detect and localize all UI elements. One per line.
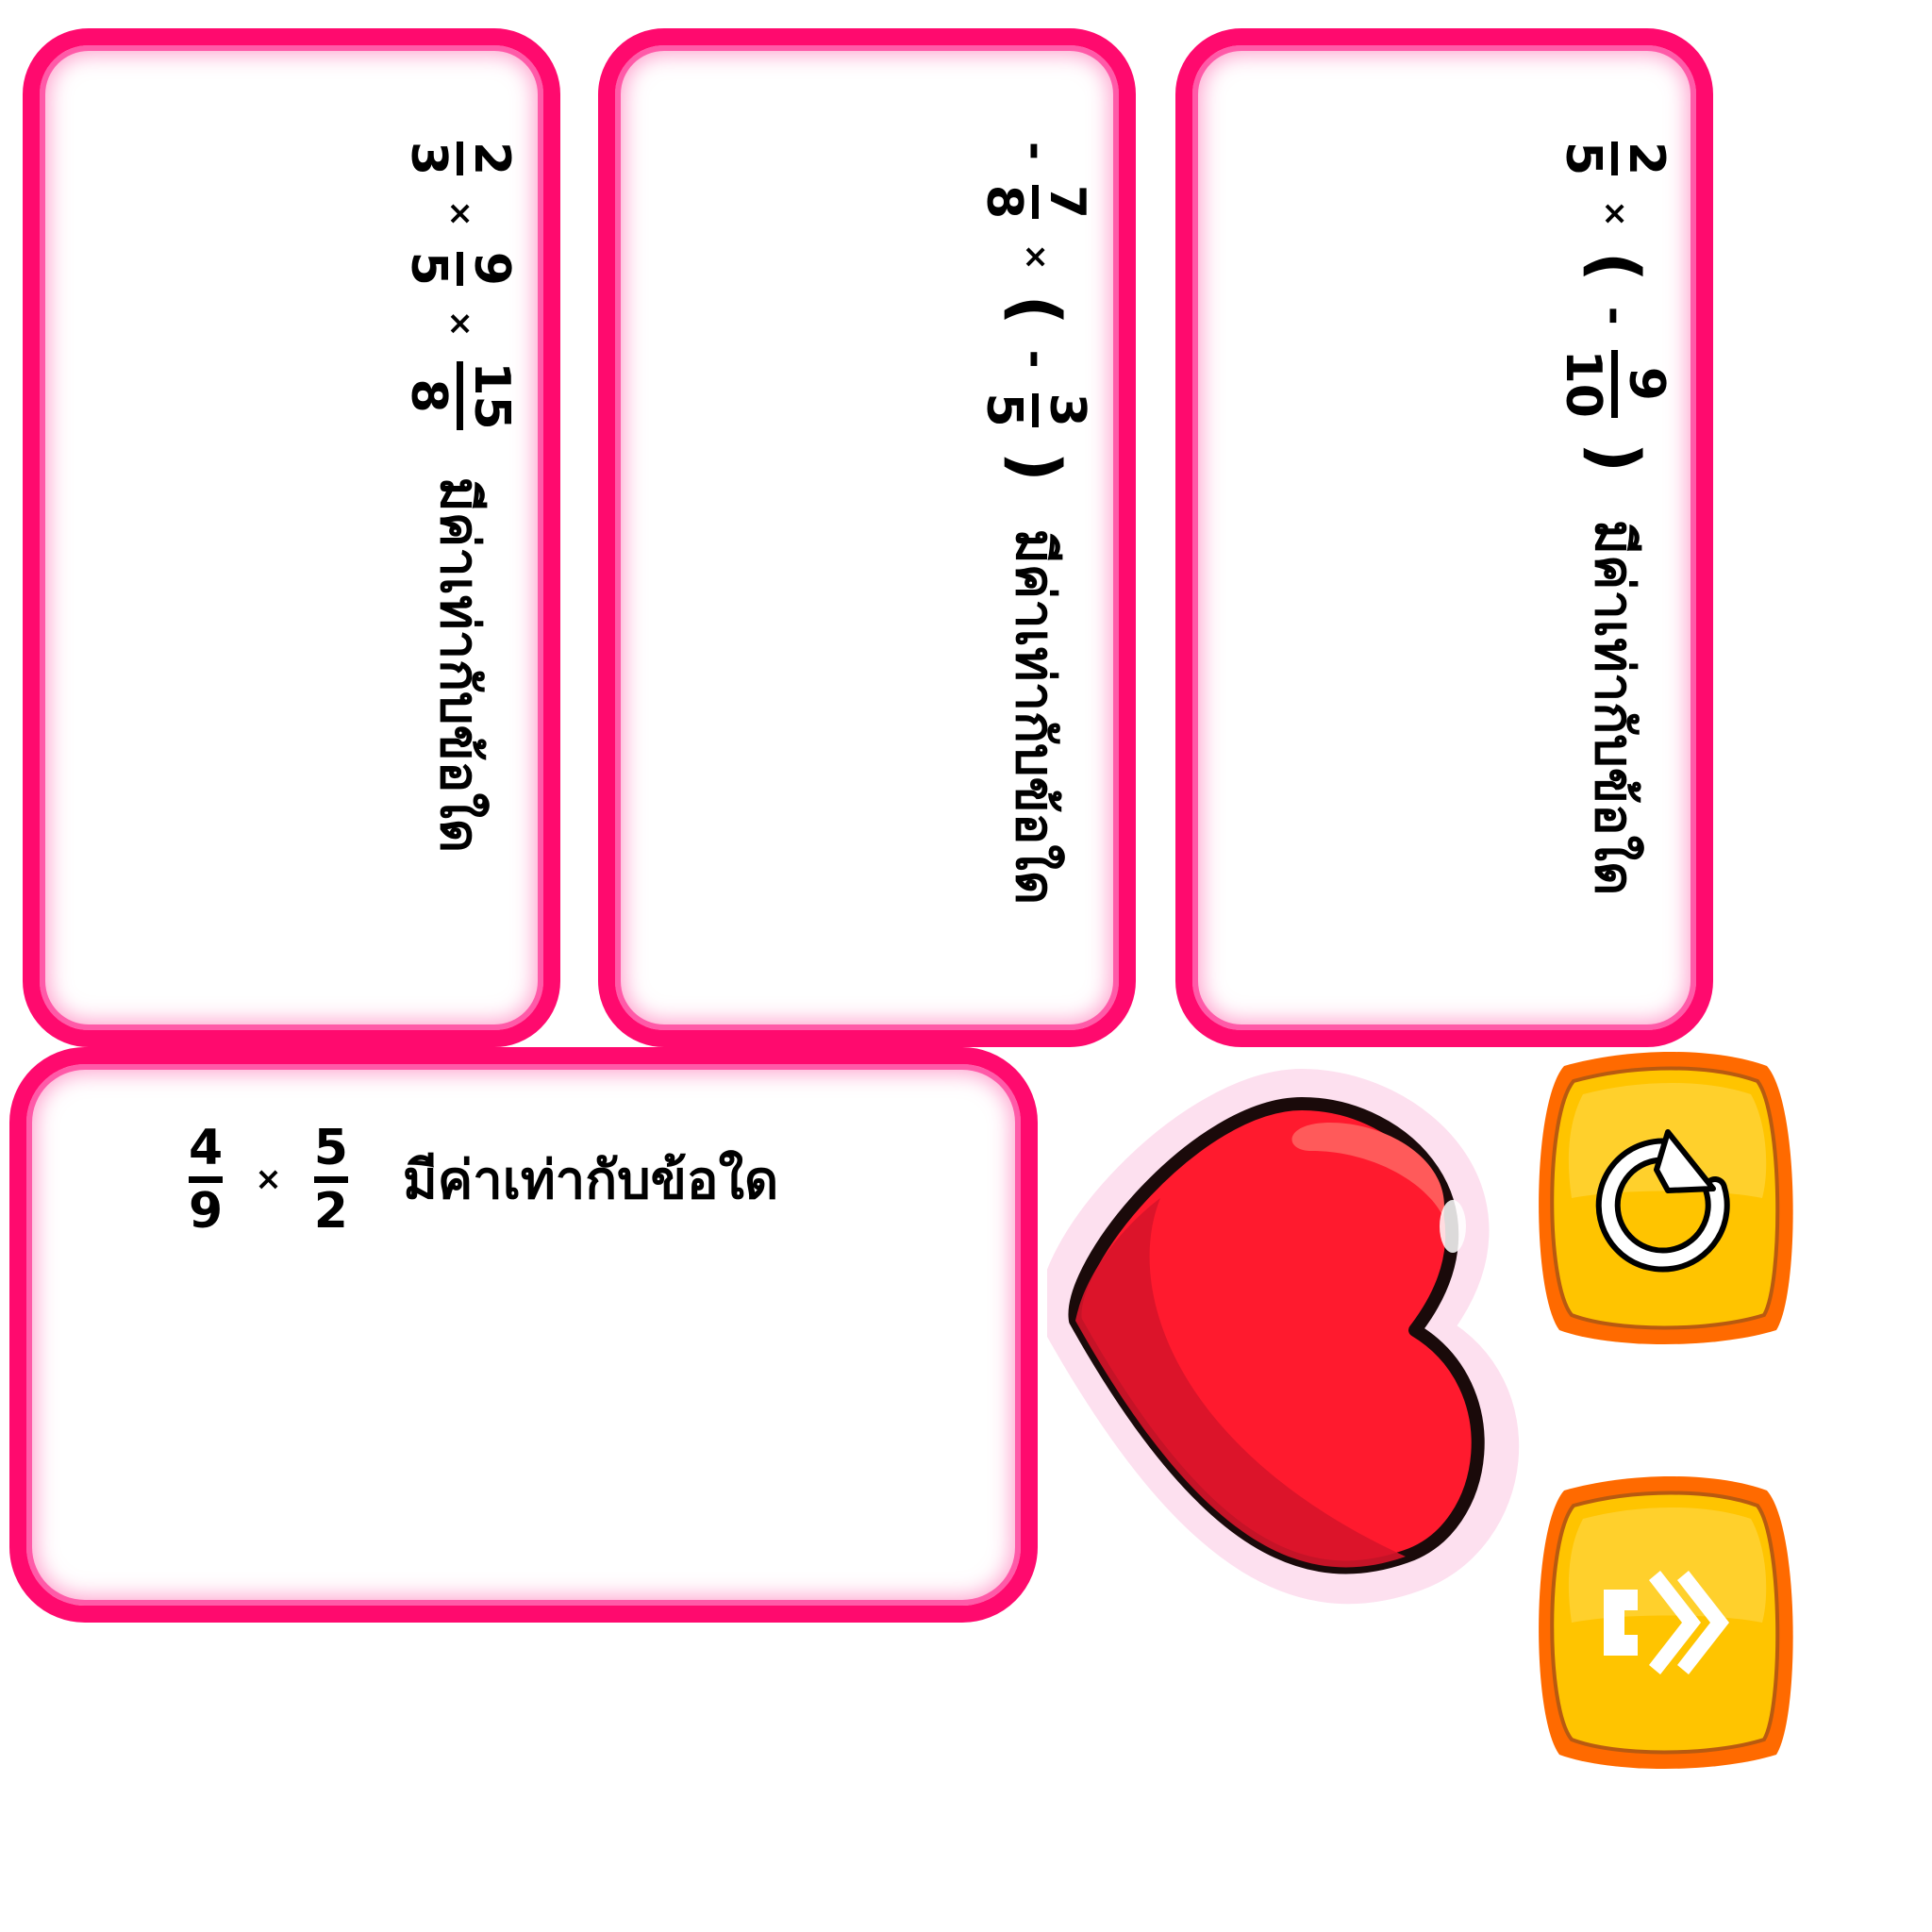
question-text: มีค่าเท่ากับข้อใด (1583, 519, 1645, 896)
numerator: 7 (1039, 184, 1096, 220)
open-paren: ( (1576, 251, 1654, 282)
question-3: 2 5 × ( - 9 10 ) มีค่าเท่ากับข้อใด (1540, 142, 1690, 1066)
denominator: 9 (189, 1182, 224, 1240)
multiply-sign: × (255, 1160, 282, 1198)
denominator: 2 (313, 1182, 348, 1240)
game-screen: 2 3 × 9 5 × 15 8 มีค่าเท่ากับข้อใด - 7 8… (0, 0, 1932, 1932)
numerator: 9 (463, 251, 521, 286)
fraction-bar (457, 361, 464, 430)
denominator: 5 (975, 392, 1033, 427)
fraction: 7 8 (975, 184, 1096, 220)
denominator: 8 (975, 184, 1033, 220)
restart-button[interactable] (1526, 1047, 1800, 1349)
multiply-sign: × (1017, 243, 1055, 271)
fraction: 4 9 (189, 1119, 224, 1240)
heart-icon (1039, 1047, 1538, 1613)
fraction: 15 8 (400, 361, 521, 430)
fraction-bar (189, 1175, 224, 1183)
question-text: มีค่าเท่ากับข้อใด (1004, 528, 1066, 906)
fraction-bar (1032, 184, 1040, 220)
question-4: 4 9 × 5 2 มีค่าเท่ากับข้อใด (189, 1104, 778, 1255)
denominator: 3 (400, 142, 458, 176)
multiply-sign: × (441, 309, 479, 338)
negative-sign: - (1009, 142, 1062, 160)
fraction-bar (457, 251, 464, 286)
numerator: 4 (189, 1119, 224, 1176)
denominator: 10 (1555, 349, 1612, 418)
open-paren: ( (997, 294, 1074, 325)
numerator: 3 (1039, 392, 1096, 427)
numerator: 15 (463, 361, 521, 430)
fraction: 5 2 (313, 1119, 348, 1240)
fraction-bar (457, 142, 464, 176)
fraction-bar (1611, 142, 1619, 176)
negative-sign: - (1009, 349, 1062, 369)
fraction: 3 5 (975, 392, 1096, 427)
denominator: 8 (400, 378, 458, 413)
denominator: 5 (400, 251, 458, 286)
question-text: มีค่าเท่ากับข้อใด (402, 1149, 779, 1211)
question-1: 2 3 × 9 5 × 15 8 มีค่าเท่ากับข้อใด (385, 142, 536, 1066)
question-2: - 7 8 × ( - 3 5 ) มีค่าเท่ากับข้อใด (960, 142, 1111, 1066)
question-text: มีค่าเท่ากับข้อใด (428, 476, 491, 854)
numerator: 2 (463, 142, 521, 176)
fraction: 9 10 (1555, 349, 1675, 418)
close-paren: ) (997, 451, 1074, 482)
fraction: 2 3 (400, 142, 521, 176)
fraction-bar (313, 1175, 348, 1183)
fraction-bar (1032, 392, 1040, 427)
fraction: 2 5 (1555, 142, 1675, 176)
numerator: 9 (1618, 366, 1675, 401)
next-button[interactable] (1526, 1472, 1800, 1774)
multiply-sign: × (441, 200, 479, 227)
numerator: 5 (313, 1119, 348, 1176)
denominator: 5 (1555, 142, 1612, 176)
fraction-bar (1611, 349, 1619, 418)
close-paren: ) (1576, 441, 1654, 473)
negative-sign: - (1589, 306, 1641, 325)
multiply-sign: × (1596, 200, 1634, 227)
numerator: 2 (1618, 142, 1675, 176)
fraction: 9 5 (400, 251, 521, 286)
